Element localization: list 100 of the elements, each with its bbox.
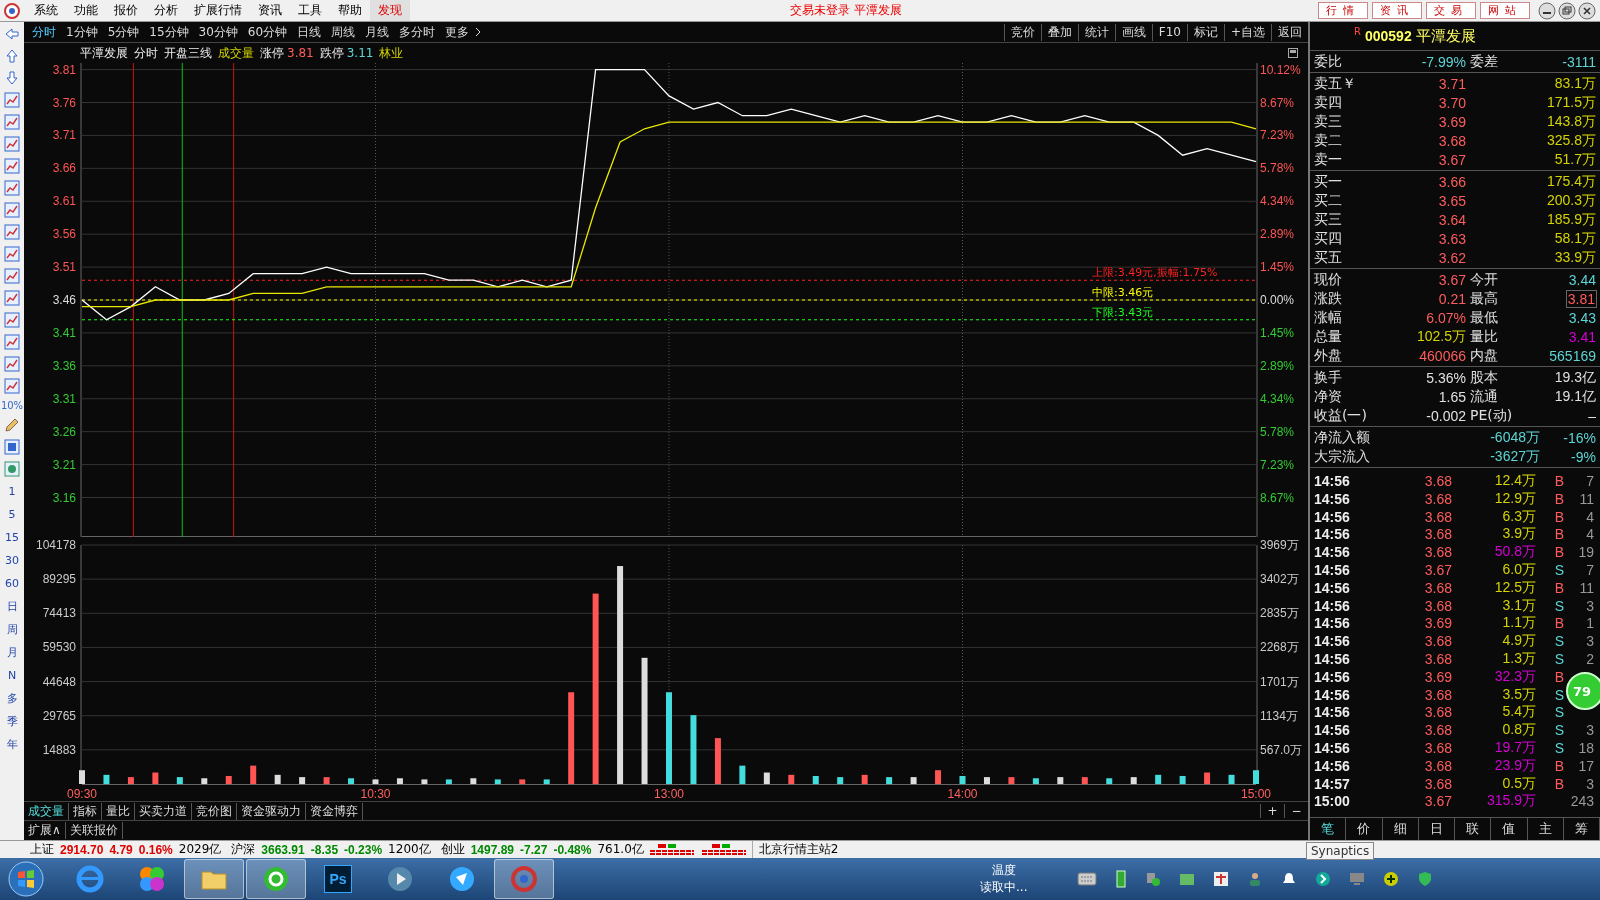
shield-icon[interactable] (1417, 871, 1434, 887)
chart-tool-button[interactable]: 竞价 (1003, 23, 1041, 41)
indicator-tab[interactable]: 资金博弈 (306, 802, 363, 820)
network-icon[interactable] (1145, 871, 1162, 887)
extension-tab[interactable]: 扩展∧ (24, 822, 66, 840)
down-arrow-icon[interactable] (4, 70, 20, 86)
monitor-icon[interactable] (1349, 871, 1366, 887)
chart-icon[interactable] (4, 180, 20, 196)
period-button[interactable]: 日 (6, 598, 18, 615)
chart-tool-button[interactable]: F10 (1151, 23, 1187, 41)
up-arrow-icon[interactable] (4, 48, 20, 64)
chart-icon[interactable] (4, 202, 20, 218)
chart-tool-button[interactable]: 标记 (1186, 23, 1224, 41)
tray-icon[interactable] (1213, 871, 1230, 887)
menu-item[interactable]: 资讯 (250, 0, 290, 21)
period-button[interactable]: N (7, 667, 17, 684)
plus-circle-icon[interactable] (1383, 871, 1400, 887)
chart-icon[interactable] (4, 356, 20, 372)
period-tab[interactable]: 1分钟 (62, 23, 102, 41)
taskbar-app[interactable] (246, 859, 306, 899)
period-button[interactable]: 30 (5, 552, 19, 569)
bid-volume: 58.1万 (1554, 229, 1596, 248)
period-tab[interactable]: 日线 (293, 23, 326, 41)
chart-icon[interactable] (4, 92, 20, 108)
menu-item[interactable]: 帮助 (330, 0, 370, 21)
weather-label[interactable]: 温度 (991, 862, 1016, 879)
indicator-tab[interactable]: 量比 (102, 802, 135, 820)
weather-status[interactable]: 读取中... (980, 879, 1028, 896)
period-tab[interactable]: 15分钟 (145, 23, 193, 41)
period-button[interactable]: 1 (8, 483, 16, 500)
period-button[interactable]: 15 (5, 529, 19, 546)
arrow-circle-icon[interactable] (1315, 871, 1332, 887)
period-button[interactable]: 月 (6, 644, 18, 661)
taskbar-app[interactable]: Ps (308, 859, 368, 899)
tray-icon[interactable] (1179, 871, 1196, 887)
quick-button[interactable]: 网站 (1480, 2, 1530, 19)
quick-button[interactable]: 交易 (1426, 2, 1476, 19)
period-tab[interactable]: 更多 (441, 23, 474, 41)
period-button[interactable]: 5 (8, 506, 16, 523)
chart-icon[interactable] (4, 290, 20, 306)
chart-icon[interactable] (4, 378, 20, 394)
percent-label: 7.23% (1260, 128, 1295, 143)
period-tab[interactable]: 周线 (327, 23, 360, 41)
keyboard-icon[interactable] (1077, 872, 1098, 886)
period-button[interactable]: 季 (6, 713, 18, 730)
menu-item[interactable]: 功能 (66, 0, 106, 21)
zoom-button[interactable]: + (1260, 804, 1284, 819)
close-icon[interactable] (1578, 1, 1596, 20)
chart-icon[interactable] (4, 224, 20, 240)
period-tab[interactable]: 多分时 (395, 23, 440, 41)
chart-icon[interactable] (4, 114, 20, 130)
menu-item[interactable]: 工具 (290, 0, 330, 21)
pencil-icon[interactable] (4, 417, 20, 433)
period-button[interactable]: 多 (6, 690, 18, 707)
chart-icon[interactable] (4, 158, 20, 174)
chart-icon[interactable] (4, 246, 20, 262)
zoom-button[interactable]: − (1284, 804, 1308, 819)
extension-tab[interactable]: 关联报价 (65, 822, 123, 840)
chart-tool-button[interactable]: +自选 (1223, 23, 1271, 41)
chart-icon[interactable] (4, 268, 20, 284)
scale-label[interactable]: 10% (0, 400, 24, 411)
square-icon[interactable] (4, 439, 20, 455)
period-button[interactable]: 年 (6, 736, 18, 753)
field-value: 3.41 (1568, 328, 1596, 345)
chevron-right-icon[interactable] (475, 27, 482, 38)
period-button[interactable]: 60 (5, 575, 19, 592)
period-tab[interactable]: 60分钟 (243, 23, 292, 41)
indicator-tab[interactable]: 成交量 (24, 802, 69, 820)
chart-tool-button[interactable]: 画线 (1114, 23, 1152, 41)
quick-button[interactable]: 行情 (1318, 2, 1368, 19)
trade-time: 14:56 (1314, 508, 1351, 525)
period-tab[interactable]: 5分钟 (103, 23, 144, 41)
start-button[interactable] (6, 859, 46, 899)
minimize-icon[interactable] (1538, 1, 1556, 20)
chart-icon[interactable] (4, 312, 20, 328)
menu-item[interactable]: 系统 (26, 0, 66, 21)
app-logo-icon[interactable] (4, 2, 20, 19)
maximize-icon[interactable] (1288, 48, 1298, 59)
indicator-tab[interactable]: 竞价图 (192, 802, 237, 820)
chart-tool-button[interactable]: 叠加 (1040, 23, 1078, 41)
period-tab[interactable]: 分时 (28, 23, 60, 41)
chart-tool-button[interactable]: 返回 (1271, 23, 1308, 41)
menu-item[interactable]: 扩展行情 (186, 0, 250, 21)
period-tab[interactable]: 月线 (361, 23, 394, 41)
back-arrow-icon[interactable] (4, 26, 20, 42)
chart-tool-button[interactable]: 统计 (1077, 23, 1115, 41)
menu-item[interactable]: 发现 (370, 0, 410, 21)
restore-icon[interactable] (1558, 1, 1576, 20)
indicator-tab[interactable]: 买卖力道 (135, 802, 192, 820)
usb-icon[interactable] (1115, 870, 1128, 888)
period-button[interactable]: 周 (6, 621, 18, 638)
menu-item[interactable]: 分析 (146, 0, 186, 21)
menu-item[interactable]: 报价 (106, 0, 146, 21)
volume-bar (127, 777, 134, 784)
period-tab[interactable]: 30分钟 (194, 23, 242, 41)
indicator-tab[interactable]: 资金驱动力 (237, 802, 306, 820)
indicator-tab[interactable]: 指标 (69, 802, 102, 820)
quick-button[interactable]: 资讯 (1372, 2, 1422, 19)
chart-icon[interactable] (4, 136, 20, 152)
chart-icon[interactable] (4, 334, 20, 350)
